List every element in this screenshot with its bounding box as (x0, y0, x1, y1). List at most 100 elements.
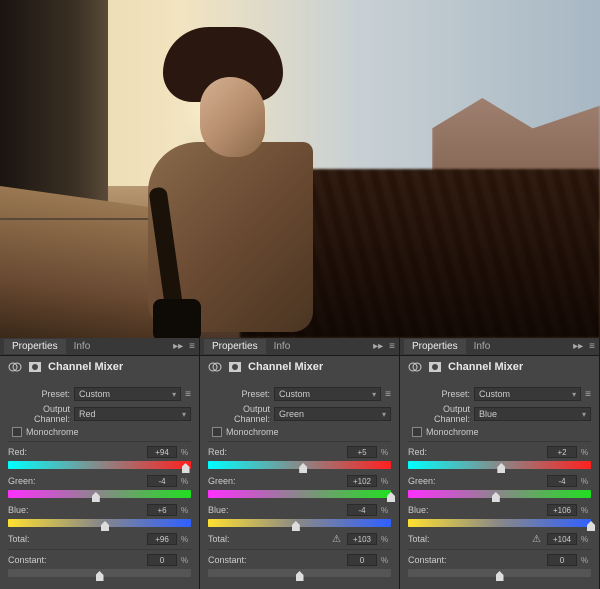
green-slider[interactable] (8, 490, 191, 498)
tab-properties[interactable]: Properties (4, 339, 66, 354)
collapse-icon[interactable]: ▸▸ (573, 341, 583, 352)
tab-info[interactable]: Info (266, 339, 299, 354)
green-value[interactable]: -4 (547, 475, 577, 487)
slider-thumb[interactable] (296, 571, 304, 581)
slider-thumb[interactable] (182, 463, 190, 473)
preset-select[interactable]: Custom▾ (474, 387, 581, 401)
red-slider[interactable] (208, 461, 391, 469)
slider-thumb[interactable] (387, 492, 395, 502)
constant-label: Constant: (408, 555, 448, 565)
constant-slider[interactable] (8, 569, 191, 577)
subject-figure (168, 27, 336, 331)
slider-thumb[interactable] (101, 521, 109, 531)
tab-properties[interactable]: Properties (204, 339, 266, 354)
mask-icon (228, 360, 242, 374)
constant-value[interactable]: 0 (547, 554, 577, 566)
slider-thumb[interactable] (299, 463, 307, 473)
tab-info[interactable]: Info (66, 339, 99, 354)
green-slider[interactable] (408, 490, 591, 498)
percent-label: % (581, 556, 591, 565)
channel-mixer-panel: Properties Info ▸▸ ≡ Channel Mixer Prese… (0, 338, 200, 589)
slider-thumb[interactable] (587, 521, 595, 531)
photo-preview (0, 0, 600, 338)
constant-value[interactable]: 0 (347, 554, 377, 566)
tab-properties[interactable]: Properties (404, 339, 466, 354)
blue-value[interactable]: -4 (347, 504, 377, 516)
chevron-down-icon: ▾ (382, 410, 386, 419)
output-channel-select[interactable]: Red▾ (74, 407, 191, 421)
green-slider[interactable] (208, 490, 391, 498)
green-label: Green: (8, 476, 48, 486)
tab-bar: Properties Info ▸▸ ≡ (400, 338, 599, 356)
monochrome-checkbox[interactable] (212, 427, 222, 437)
constant-slider[interactable] (208, 569, 391, 577)
percent-label: % (181, 477, 191, 486)
preset-menu-icon[interactable]: ≡ (185, 389, 191, 400)
menu-icon[interactable]: ≡ (189, 341, 195, 352)
preset-label: Preset: (408, 389, 470, 399)
mask-icon (428, 360, 442, 374)
collapse-icon[interactable]: ▸▸ (373, 341, 383, 352)
monochrome-checkbox[interactable] (412, 427, 422, 437)
percent-label: % (181, 506, 191, 515)
collapse-icon[interactable]: ▸▸ (173, 341, 183, 352)
preset-select[interactable]: Custom▾ (74, 387, 181, 401)
blue-label: Blue: (8, 505, 48, 515)
chevron-down-icon: ▾ (172, 390, 176, 399)
blue-label: Blue: (408, 505, 448, 515)
tab-info[interactable]: Info (466, 339, 499, 354)
panel-title: Channel Mixer (248, 361, 323, 373)
chevron-down-icon: ▾ (582, 410, 586, 419)
red-value[interactable]: +94 (147, 446, 177, 458)
percent-label: % (381, 448, 391, 457)
percent-label: % (381, 506, 391, 515)
constant-slider[interactable] (408, 569, 591, 577)
channel-mixer-panel: Properties Info ▸▸ ≡ Channel Mixer Prese… (400, 338, 600, 589)
adjustment-icon (8, 360, 22, 374)
slider-thumb[interactable] (96, 571, 104, 581)
mask-icon (28, 360, 42, 374)
blue-slider[interactable] (8, 519, 191, 527)
slider-thumb[interactable] (497, 463, 505, 473)
output-channel-select[interactable]: Green▾ (274, 407, 391, 421)
red-slider[interactable] (408, 461, 591, 469)
red-value[interactable]: +5 (347, 446, 377, 458)
preset-select[interactable]: Custom▾ (274, 387, 381, 401)
panel-title: Channel Mixer (448, 361, 523, 373)
constant-label: Constant: (8, 555, 48, 565)
slider-thumb[interactable] (292, 521, 300, 531)
preset-menu-icon[interactable]: ≡ (385, 389, 391, 400)
constant-value[interactable]: 0 (147, 554, 177, 566)
percent-label: % (381, 477, 391, 486)
blue-slider[interactable] (208, 519, 391, 527)
percent-label: % (181, 448, 191, 457)
adjustment-icon (408, 360, 422, 374)
menu-icon[interactable]: ≡ (389, 341, 395, 352)
slider-thumb[interactable] (92, 492, 100, 502)
green-label: Green: (208, 476, 248, 486)
menu-icon[interactable]: ≡ (589, 341, 595, 352)
chevron-down-icon: ▾ (572, 390, 576, 399)
red-label: Red: (208, 447, 248, 457)
output-channel-select[interactable]: Blue▾ (474, 407, 591, 421)
monochrome-checkbox[interactable] (12, 427, 22, 437)
blue-value[interactable]: +6 (147, 504, 177, 516)
blue-slider[interactable] (408, 519, 591, 527)
panel-header: Channel Mixer (0, 356, 199, 378)
slider-thumb[interactable] (496, 571, 504, 581)
panel-header: Channel Mixer (400, 356, 599, 378)
red-slider[interactable] (8, 461, 191, 469)
blue-value[interactable]: +106 (547, 504, 577, 516)
preset-label: Preset: (208, 389, 270, 399)
preset-menu-icon[interactable]: ≡ (585, 389, 591, 400)
green-value[interactable]: -4 (147, 475, 177, 487)
red-value[interactable]: +2 (547, 446, 577, 458)
total-value: +103 (347, 533, 377, 545)
green-value[interactable]: +102 (347, 475, 377, 487)
slider-thumb[interactable] (492, 492, 500, 502)
red-label: Red: (408, 447, 448, 457)
panel-title: Channel Mixer (48, 361, 123, 373)
output-channel-label: Output Channel: (408, 404, 470, 424)
channel-mixer-panel: Properties Info ▸▸ ≡ Channel Mixer Prese… (200, 338, 400, 589)
percent-label: % (381, 556, 391, 565)
